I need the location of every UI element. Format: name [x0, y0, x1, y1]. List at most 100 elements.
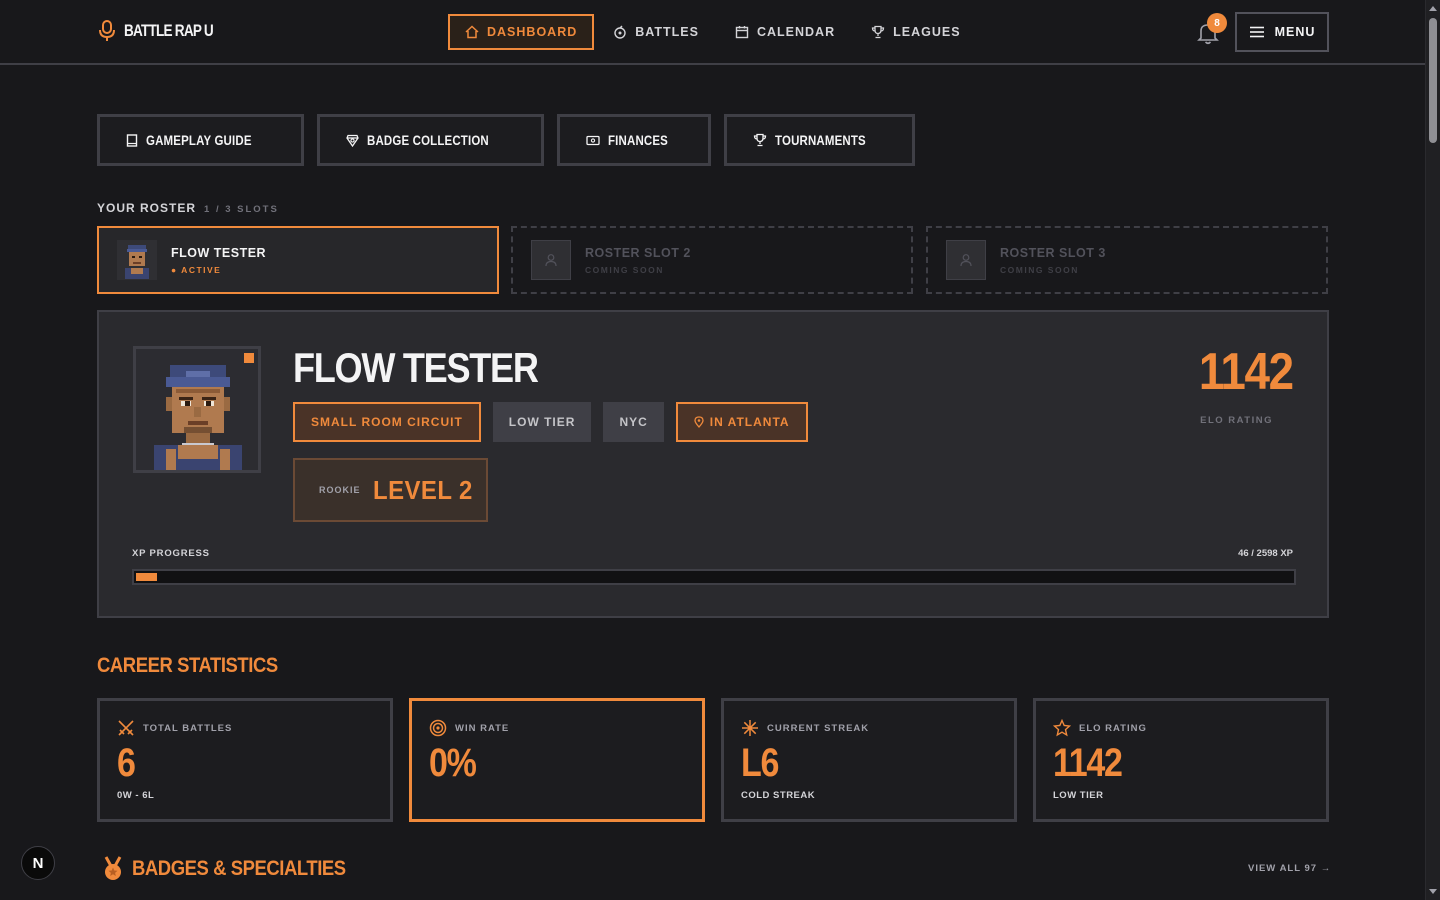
tournaments-button[interactable]: TOURNAMENTS: [723, 114, 915, 166]
trophy-icon: [871, 25, 885, 39]
xp-progress-value: 46 / 2598 XP: [1238, 548, 1293, 559]
roster-slot-2-name: ROSTER SLOT 2: [585, 245, 691, 260]
microphone-icon: [99, 20, 115, 41]
xp-progress-label: XP PROGRESS: [132, 548, 210, 559]
stat-header: ELO RATING: [1053, 719, 1147, 737]
empty-slot-avatar: [531, 240, 571, 280]
nav-calendar-label: CALENDAR: [756, 25, 836, 39]
gameplay-guide-button[interactable]: GAMEPLAY GUIDE: [97, 114, 304, 166]
stat-current-streak: CURRENT STREAK L6 COLD STREAK: [721, 698, 1017, 822]
stat-sub: COLD STREAK: [741, 790, 816, 801]
empty-slot-avatar: [946, 240, 986, 280]
roster-slot-3-status: COMING SOON: [1000, 264, 1079, 275]
profile-tags: SMALL ROOM CIRCUIT LOW TIER NYC IN ATLAN…: [293, 402, 808, 442]
profile-portrait: [133, 346, 261, 473]
xp-progress-bar: [132, 569, 1296, 585]
roster-avatar: [117, 240, 157, 280]
stat-value: 1142: [1053, 741, 1123, 785]
swords-icon: [118, 720, 134, 736]
roster-heading: YOUR ROSTER 1 / 3 SLOTS: [97, 201, 279, 215]
stat-sub: LOW TIER: [1053, 790, 1104, 801]
badges-title-text: BADGES & SPECIALTIES: [132, 857, 346, 880]
user-placeholder-icon: [960, 254, 972, 267]
badge-collection-label: BADGE COLLECTION: [366, 132, 489, 148]
dev-tools-badge[interactable]: N: [21, 846, 55, 880]
rank-label: ROOKIE: [319, 485, 361, 495]
badges-heading: BADGES & SPECIALTIES: [102, 856, 375, 882]
nav-battles[interactable]: BATTLES: [596, 14, 716, 50]
tag-hometown: NYC: [603, 402, 664, 442]
notification-count: 8: [1207, 13, 1227, 33]
profile-name: FLOW TESTER: [293, 344, 539, 391]
gameplay-guide-label: GAMEPLAY GUIDE: [146, 132, 252, 148]
scroll-up-arrow[interactable]: [1429, 6, 1437, 11]
roster-slots-count: 1 / 3 SLOTS: [204, 204, 279, 215]
main-nav: DASHBOARD BATTLES CALENDAR LEAGUES: [448, 14, 978, 50]
trophy-icon: [753, 133, 766, 147]
user-placeholder-icon: [545, 254, 557, 267]
scroll-thumb[interactable]: [1429, 18, 1437, 143]
badge-collection-button[interactable]: BADGE COLLECTION: [316, 114, 545, 166]
roster-slot-1-name: FLOW TESTER: [171, 245, 267, 260]
roster-slot-2[interactable]: ROSTER SLOT 2 COMING SOON: [511, 226, 913, 294]
roster-slot-3-name: ROSTER SLOT 3: [1000, 245, 1106, 260]
profile-card: FLOW TESTER SMALL ROOM CIRCUIT LOW TIER …: [97, 310, 1329, 618]
stat-elo-rating: ELO RATING 1142 LOW TIER: [1033, 698, 1329, 822]
nav-leagues-label: LEAGUES: [893, 25, 961, 39]
stat-header: WIN RATE: [429, 719, 509, 737]
medal-icon: [104, 856, 122, 880]
roster-slot-1-status: ● ACTIVE: [171, 264, 222, 275]
level-box: ROOKIE LEVEL 2: [293, 458, 488, 522]
career-stats: TOTAL BATTLES 6 0W - 6L WIN RATE 0% CURR…: [97, 698, 1329, 822]
elo-rating-label: ELO RATING: [1200, 415, 1273, 426]
stat-value: 6: [117, 741, 136, 785]
wallet-icon: [586, 135, 601, 145]
xp-progress-fill: [136, 573, 157, 581]
menu-label: MENU: [1274, 25, 1316, 39]
nav-battles-label: BATTLES: [635, 25, 699, 39]
stat-value: L6: [741, 741, 779, 785]
stat-total-battles: TOTAL BATTLES 6 0W - 6L: [97, 698, 393, 822]
roster-slot-3[interactable]: ROSTER SLOT 3 COMING SOON: [926, 226, 1328, 294]
brand-name: BATTLE RAP U: [124, 21, 214, 40]
stat-label: ELO RATING: [1079, 722, 1147, 734]
rapper-portrait-icon: [136, 349, 258, 470]
finances-button[interactable]: FINANCES: [557, 114, 711, 166]
nav-leagues[interactable]: LEAGUES: [854, 14, 977, 50]
stat-value: 0%: [429, 741, 477, 785]
stat-label: TOTAL BATTLES: [143, 722, 233, 734]
stat-sub: 0W - 6L: [117, 790, 155, 801]
scroll-down-arrow[interactable]: [1429, 889, 1437, 894]
battles-icon: [614, 25, 626, 39]
tournaments-label: TOURNAMENTS: [774, 132, 866, 148]
stat-label: WIN RATE: [455, 722, 510, 734]
roster-title: YOUR ROSTER: [97, 201, 197, 215]
stat-header: TOTAL BATTLES: [117, 719, 232, 737]
online-indicator: [244, 353, 254, 363]
tag-location: IN ATLANTA: [675, 402, 808, 442]
target-icon: [429, 719, 447, 737]
stat-label: CURRENT STREAK: [767, 722, 870, 734]
page-scrollbar[interactable]: [1425, 0, 1440, 900]
brand-logo[interactable]: BATTLE RAP U: [98, 20, 235, 42]
stat-header: CURRENT STREAK: [741, 719, 869, 737]
badge-icon: [346, 134, 359, 147]
tag-tier: LOW TIER: [492, 402, 592, 442]
tag-location-label: IN ATLANTA: [709, 415, 790, 429]
roster-slot-1[interactable]: FLOW TESTER ● ACTIVE: [97, 226, 499, 294]
finances-label: FINANCES: [608, 132, 669, 148]
nav-dashboard[interactable]: DASHBOARD: [448, 14, 595, 50]
calendar-icon: [735, 26, 749, 39]
rapper-avatar-icon: [125, 245, 149, 279]
snowflake-icon: [742, 720, 758, 736]
top-nav: BATTLE RAP U DASHBOARD BATTLES CALENDAR …: [0, 0, 1425, 65]
nav-calendar[interactable]: CALENDAR: [718, 14, 852, 50]
stat-win-rate: WIN RATE 0%: [409, 698, 705, 822]
career-stats-title: CAREER STATISTICS: [97, 654, 278, 677]
elo-rating-value: 1142: [1199, 343, 1294, 401]
nav-dashboard-label: DASHBOARD: [487, 25, 578, 39]
location-pin-icon: [694, 416, 704, 428]
view-all-badges-link[interactable]: VIEW ALL 97 →: [1248, 863, 1331, 874]
book-icon: [126, 133, 138, 147]
menu-button[interactable]: MENU: [1235, 12, 1329, 52]
